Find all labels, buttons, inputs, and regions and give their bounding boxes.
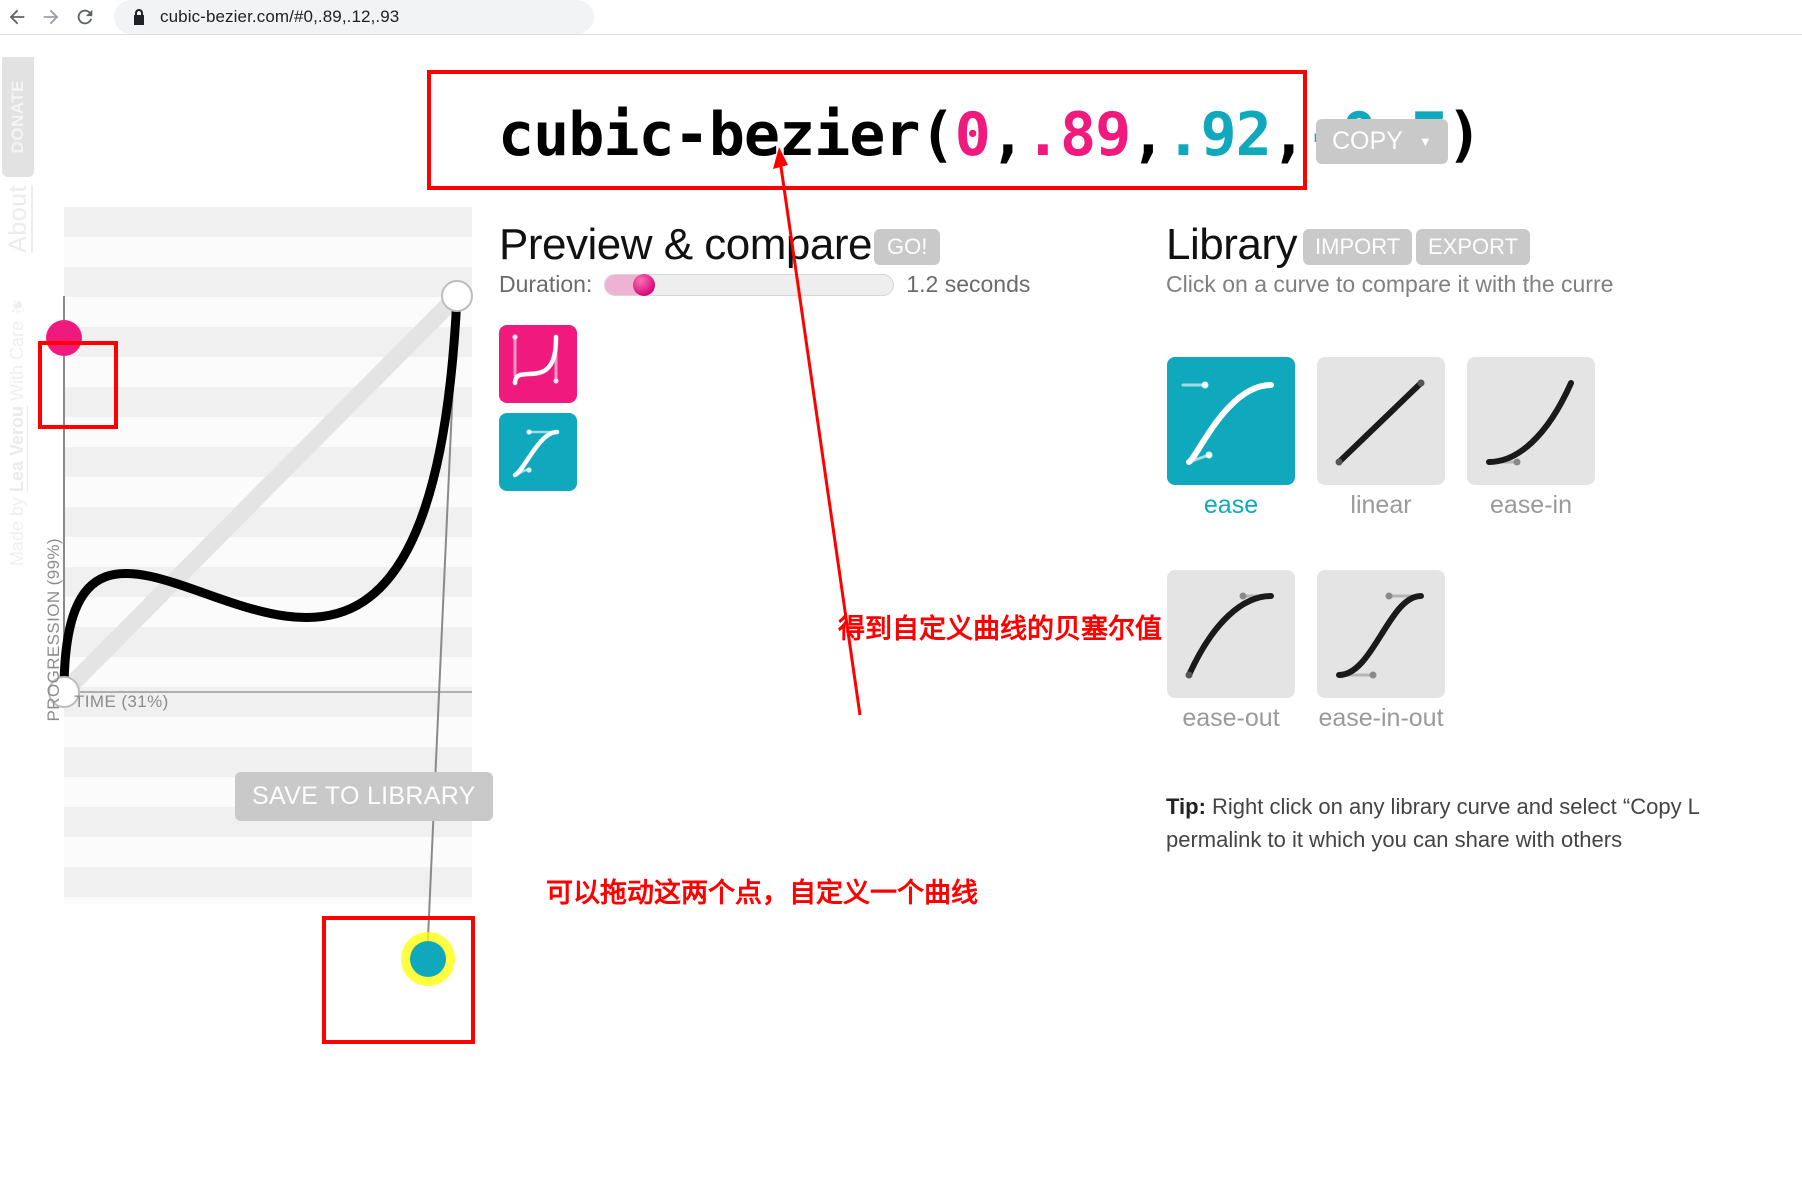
library-item-linear[interactable]: linear: [1317, 357, 1445, 520]
forward-arrow-icon[interactable]: [34, 0, 68, 34]
browser-toolbar: cubic-bezier.com/#0,.89,.12,.93: [0, 0, 1802, 34]
url-text: cubic-bezier.com/#0,.89,.12,.93: [160, 7, 400, 26]
library-thumb-ease-in: [1467, 357, 1595, 485]
import-button[interactable]: IMPORT: [1303, 229, 1413, 265]
duration-slider[interactable]: [604, 273, 895, 296]
library-subtitle: Click on a curve to compare it with the …: [1166, 271, 1614, 297]
library-heading: Library: [1166, 220, 1298, 269]
library-label-linear: linear: [1350, 491, 1412, 519]
back-arrow-icon[interactable]: [0, 0, 34, 34]
annotation-bezier-value: 得到自定义曲线的贝塞尔值: [838, 614, 1162, 645]
library-item-ease-in[interactable]: ease-in: [1467, 357, 1595, 520]
library-tip: Tip: Right click on any library curve an…: [1166, 790, 1802, 856]
library-label-ease: ease: [1203, 491, 1259, 519]
title-suffix: ): [1446, 100, 1482, 170]
page-content: DONATE About Made by Lea Verou With Care…: [0, 35, 1802, 1202]
annotation-rect-title: [427, 70, 1307, 190]
reload-icon[interactable]: [68, 0, 102, 34]
duration-value: 1.2 seconds: [906, 271, 1031, 297]
library-thumb-ease-out: [1167, 570, 1295, 698]
axis-label-time: TIME (31%): [74, 692, 169, 711]
preview-curve-current-icon: [512, 334, 559, 386]
duration-label: Duration:: [499, 271, 593, 297]
copy-label: COPY: [1332, 127, 1403, 155]
library-label-ease-in-out: ease-in-out: [1318, 704, 1444, 732]
duration-control: Duration: 1.2 seconds: [499, 271, 1030, 298]
library-thumb-linear: [1317, 357, 1445, 485]
library-item-ease[interactable]: ease: [1167, 357, 1295, 520]
library-label-ease-in: ease-in: [1490, 491, 1572, 519]
endpoint-p3: [441, 280, 473, 312]
duration-slider-thumb[interactable]: [632, 273, 655, 296]
copy-button[interactable]: COPY ▼: [1316, 119, 1448, 164]
library-label-ease-out: ease-out: [1182, 704, 1280, 732]
export-button[interactable]: EXPORT: [1416, 229, 1531, 265]
go-button[interactable]: GO!: [874, 229, 941, 265]
linear-reference-line: [55, 287, 466, 701]
axis-label-progression: PROGRESSION (99%): [44, 538, 63, 722]
annotation-drag-points: 可以拖动这两个点，自定义一个曲线: [546, 878, 978, 909]
library-tip-bold: Tip:: [1166, 794, 1206, 819]
library-thumb-ease: [1167, 357, 1295, 485]
preview-swatch-current[interactable]: [499, 325, 577, 403]
save-to-library-button[interactable]: SAVE TO LIBRARY: [235, 772, 493, 821]
preview-curve-compare-icon: [512, 429, 560, 478]
library-item-ease-out[interactable]: ease-out: [1167, 570, 1295, 733]
lock-icon: [132, 8, 146, 26]
library-tip-text-line2: permalink to it which you can share with…: [1166, 827, 1623, 852]
annotation-rect-control-point-2: [322, 916, 475, 1044]
preview-heading: Preview & compare: [499, 220, 872, 269]
library-tip-text: Right click on any library curve and sel…: [1205, 794, 1700, 819]
annotation-rect-control-point-1: [38, 341, 118, 429]
library-item-ease-in-out[interactable]: ease-in-out: [1317, 570, 1445, 733]
library-thumb-ease-in-out: [1317, 570, 1445, 698]
chevron-down-icon: ▼: [1418, 134, 1432, 149]
preview-swatch-compare[interactable]: [499, 413, 577, 491]
address-bar[interactable]: cubic-bezier.com/#0,.89,.12,.93: [114, 0, 594, 34]
